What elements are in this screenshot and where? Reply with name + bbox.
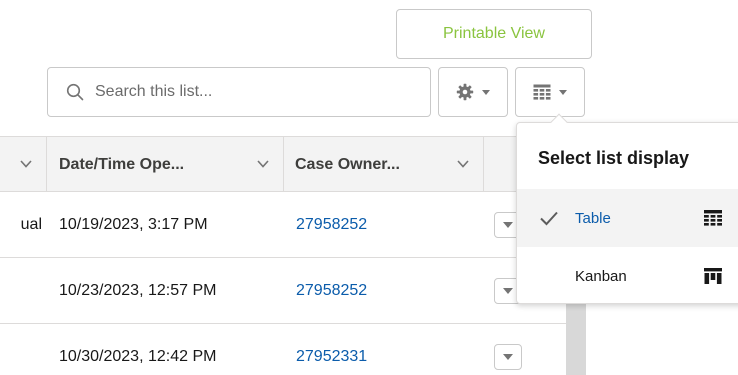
search-box[interactable]: [47, 67, 431, 117]
chevron-down-icon: [559, 89, 567, 95]
chevron-down-icon: [503, 222, 513, 228]
column-header-case-owner[interactable]: Case Owner...: [284, 137, 484, 192]
search-icon: [66, 83, 84, 101]
table-row: 10/23/2023, 12:57 PM 27958252: [0, 258, 566, 324]
truncated-cell: [0, 258, 42, 324]
date-time-opened-cell: 10/30/2023, 12:42 PM: [59, 348, 217, 365]
kanban-icon: [704, 268, 722, 284]
menu-item-table[interactable]: Table: [517, 189, 738, 247]
menu-item-label: Table: [575, 209, 611, 227]
select-list-display-menu: Select list display Table Kanban: [516, 113, 738, 305]
case-owner-link[interactable]: 27958252: [296, 192, 367, 258]
chevron-down-icon: [257, 160, 269, 168]
table-header: Date/Time Ope... Case Owner...: [0, 136, 566, 192]
list-settings-button[interactable]: [438, 67, 508, 117]
menu-title: Select list display: [538, 148, 690, 168]
row-actions-button[interactable]: [494, 344, 522, 370]
chevron-down-icon: [482, 89, 490, 95]
chevron-down-icon: [20, 160, 32, 168]
check-icon: [540, 211, 558, 226]
chevron-down-icon: [503, 288, 513, 294]
truncated-cell: [0, 324, 42, 375]
search-input[interactable]: [95, 83, 415, 101]
table-row: ual 10/19/2023, 3:17 PM 27958252: [0, 192, 566, 258]
chevron-down-icon: [457, 160, 469, 168]
table-icon: [704, 210, 722, 226]
date-time-opened-cell: 10/23/2023, 12:57 PM: [59, 282, 217, 299]
table-row: 10/30/2023, 12:42 PM 27952331: [0, 324, 566, 375]
case-owner-link[interactable]: 27958252: [296, 258, 367, 324]
printable-view-button[interactable]: Printable View: [396, 9, 592, 59]
case-list-table: Date/Time Ope... Case Owner... ual 10/19…: [0, 136, 566, 375]
menu-item-kanban[interactable]: Kanban: [517, 247, 738, 305]
display-as-button[interactable]: [515, 67, 585, 117]
chevron-down-icon: [503, 354, 513, 360]
table-icon: [533, 84, 551, 100]
case-owner-link[interactable]: 27952331: [296, 324, 367, 375]
column-header-date-time-opened[interactable]: Date/Time Ope...: [47, 137, 284, 192]
date-time-opened-cell: 10/19/2023, 3:17 PM: [59, 216, 208, 233]
column-header-truncated[interactable]: [0, 137, 47, 192]
menu-item-label: Kanban: [575, 267, 627, 285]
gear-icon: [456, 83, 474, 101]
truncated-cell: ual: [20, 216, 42, 233]
